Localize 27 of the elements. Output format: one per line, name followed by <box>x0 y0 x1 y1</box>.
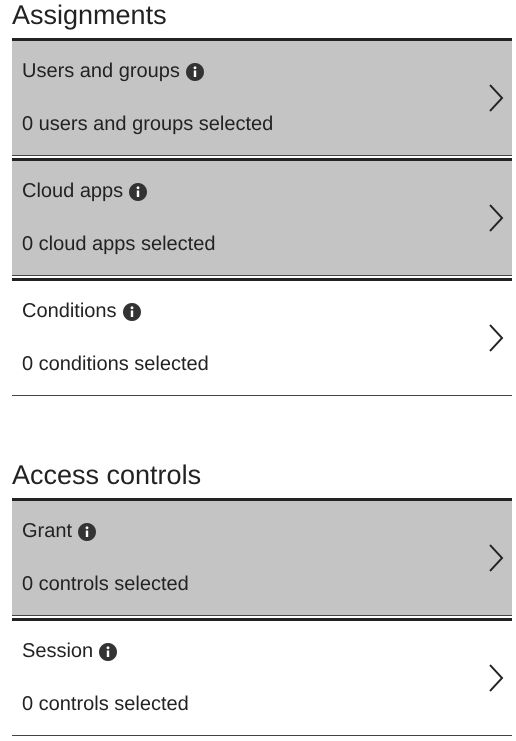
chevron-right-icon <box>488 663 504 693</box>
info-icon <box>122 302 141 320</box>
blade-row[interactable]: Grant 0 controls selected <box>12 498 512 616</box>
row-title: Conditions <box>22 300 117 323</box>
chevron-right-icon <box>488 323 504 353</box>
row-summary: 0 cloud apps selected <box>22 233 216 256</box>
row-title: Cloud apps <box>22 180 124 203</box>
section-heading: Access controls <box>12 460 202 490</box>
info-icon <box>186 62 204 80</box>
blade-row[interactable]: Cloud apps 0 cloud apps selected <box>12 158 512 276</box>
row-summary: 0 conditions selected <box>22 353 210 376</box>
info-icon <box>99 642 118 660</box>
blade-row[interactable]: Users and groups 0 users and groups selected <box>12 38 512 156</box>
section-heading: Assignments <box>12 0 168 30</box>
chevron-right-icon <box>488 203 504 233</box>
info-icon <box>78 522 96 540</box>
blade-row[interactable]: Conditions 0 conditions selected <box>12 278 512 396</box>
info-icon <box>129 182 148 200</box>
blade-row[interactable]: Session 0 controls selected <box>12 618 512 736</box>
chevron-right-icon <box>488 543 504 573</box>
row-summary: 0 controls selected <box>22 693 190 716</box>
chevron-right-icon <box>488 83 504 113</box>
row-title: Grant <box>22 520 72 543</box>
row-title: Users and groups <box>22 60 180 83</box>
row-summary: 0 users and groups selected <box>22 113 274 136</box>
row-summary: 0 controls selected <box>22 573 190 596</box>
row-title: Session <box>22 640 94 663</box>
